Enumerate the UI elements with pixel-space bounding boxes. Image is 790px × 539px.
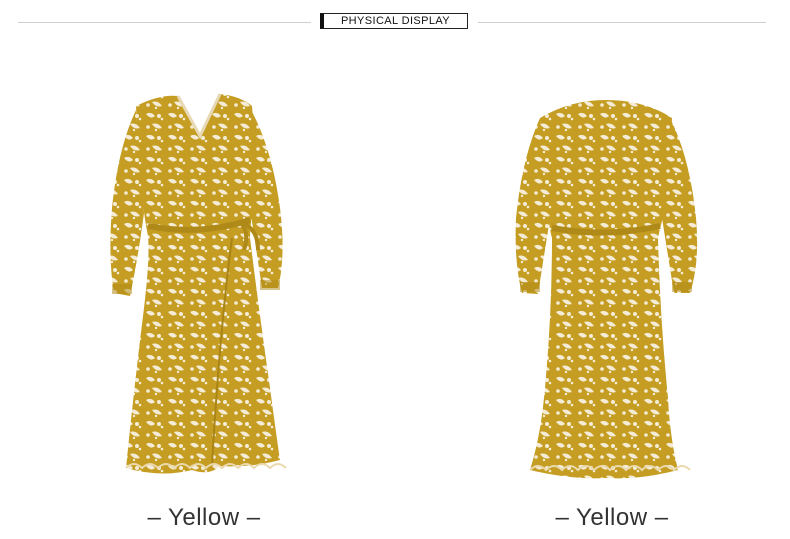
dress-back-illustration xyxy=(515,100,698,479)
section-header: PHYSICAL DISPLAY xyxy=(0,10,790,34)
header-rule-right xyxy=(478,22,766,23)
dress-front-illustration xyxy=(110,93,287,474)
section-title: PHYSICAL DISPLAY xyxy=(320,13,468,29)
product-image-back xyxy=(510,88,710,488)
product-caption-back: – Yellow – xyxy=(555,504,669,531)
product-image-front xyxy=(100,88,300,488)
header-rule-left xyxy=(18,22,311,23)
product-caption-front: – Yellow – xyxy=(147,504,261,531)
